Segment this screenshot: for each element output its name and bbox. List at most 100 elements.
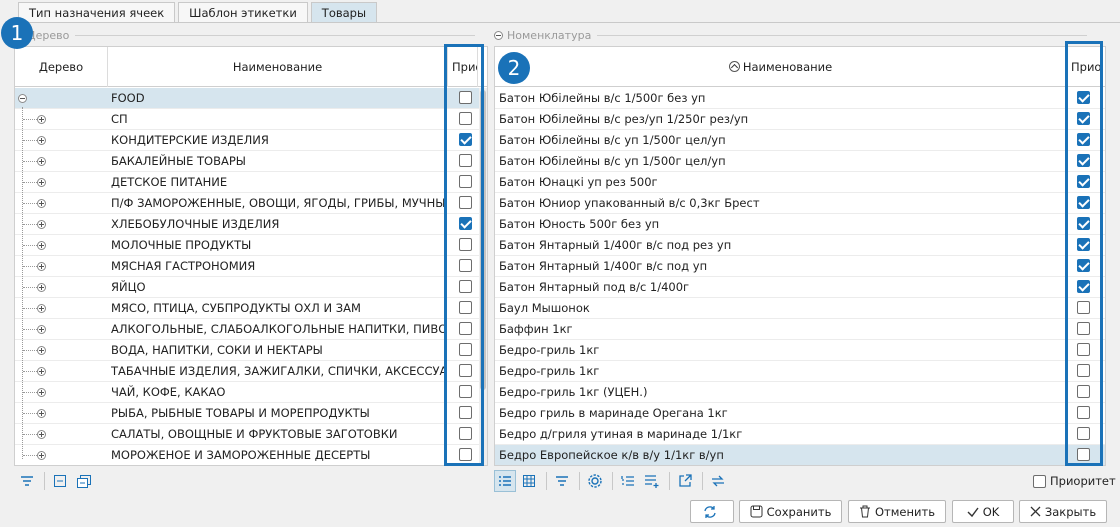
expand-icon[interactable]	[37, 325, 46, 334]
nomenclature-row[interactable]: Бедро Европейское к/в в/у 1/1кг в/уп	[495, 445, 1105, 465]
expand-icon[interactable]	[37, 451, 46, 460]
tree-connector	[23, 140, 37, 141]
expand-icon[interactable]	[37, 241, 46, 250]
collapse-icon[interactable]	[494, 31, 503, 40]
tree-row[interactable]: РЫБА, РЫБНЫЕ ТОВАРЫ И МОРЕПРОДУКТЫ	[15, 403, 487, 424]
filter-button[interactable]	[551, 470, 573, 492]
expand-icon[interactable]	[37, 409, 46, 418]
tree-row[interactable]: ДЕТСКОЕ ПИТАНИЕ	[15, 172, 487, 193]
expand-icon[interactable]	[37, 262, 46, 271]
tree-row[interactable]: ХЛЕБОБУЛОЧНЫЕ ИЗДЕЛИЯ	[15, 214, 487, 235]
tree-row[interactable]: ЯЙЦО	[15, 277, 487, 298]
tree-row[interactable]: МОРОЖЕНОЕ И ЗАМОРОЖЕННЫЕ ДЕСЕРТЫ	[15, 445, 487, 465]
save-icon	[750, 505, 763, 518]
nomenclature-row[interactable]: Баул Мышонок	[495, 298, 1105, 319]
nomenclature-row[interactable]: Батон Янтарный под в/с 1/400г	[495, 277, 1105, 298]
nomenclature-row[interactable]: Бедро-гриль 1кг (УЦЕН.)	[495, 382, 1105, 403]
nomenclature-row[interactable]: Бедро-гриль 1кг	[495, 340, 1105, 361]
nomenclature-row[interactable]: Батон Янтарный 1/400г в/с под уп	[495, 256, 1105, 277]
expand-icon[interactable]	[37, 157, 46, 166]
priority-filter-checkbox[interactable]	[1033, 474, 1046, 488]
nomenclature-row[interactable]: Батон Юбiлейны в/с рез/уп 1/250г рез/уп	[495, 109, 1105, 130]
settings-button[interactable]	[584, 470, 606, 492]
list-view-button[interactable]	[494, 470, 516, 492]
nomenclature-row[interactable]: Батон Юбiлейны в/с 1/500г без уп	[495, 88, 1105, 109]
nomenclature-row[interactable]: Батон Янтарный 1/400г в/с под рез уп	[495, 235, 1105, 256]
tree-row[interactable]: МЯСО, ПТИЦА, СУБПРОДУКТЫ ОХЛ И ЗАМ	[15, 298, 487, 319]
tree-row[interactable]: КОНДИТЕРСКИЕ ИЗДЕЛИЯ	[15, 130, 487, 151]
export-button[interactable]	[674, 470, 696, 492]
swap-button[interactable]	[707, 470, 729, 492]
tab-divider	[14, 22, 1120, 23]
tree-row-name: ТАБАЧНЫЕ ИЗДЕЛИЯ, ЗАЖИГАЛКИ, СПИЧКИ, АКС…	[111, 364, 447, 378]
column-header-name[interactable]: Наименование	[495, 47, 1067, 87]
nomenclature-row[interactable]: Бедро гриль в маринаде Орегана 1кг	[495, 403, 1105, 424]
refresh-button[interactable]	[690, 500, 734, 523]
expand-icon[interactable]	[37, 136, 46, 145]
tree-connector-line	[22, 107, 23, 459]
nomenclature-row[interactable]: Батон Юбiлейны в/с уп 1/500г цел/уп	[495, 151, 1105, 172]
nomenclature-row[interactable]: Батон Юбiлейны в/с уп 1/500г цел/уп	[495, 130, 1105, 151]
tree-connector	[23, 455, 37, 456]
expand-icon[interactable]	[37, 388, 46, 397]
expand-icon[interactable]	[37, 430, 46, 439]
nomenclature-row[interactable]: Баффин 1кг	[495, 319, 1105, 340]
cancel-button[interactable]: Отменить	[848, 500, 946, 523]
tree-row[interactable]: АЛКОГОЛЬНЫЕ, СЛАБОАЛКОГОЛЬНЫЕ НАПИТКИ, П…	[15, 319, 487, 340]
filter-button[interactable]	[16, 470, 38, 492]
grid-view-button[interactable]	[518, 470, 540, 492]
tab-label-template[interactable]: Шаблон этикетки	[178, 2, 308, 23]
expand-all-button[interactable]	[73, 470, 95, 492]
nomenclature-row[interactable]: Бедро-гриль 1кг	[495, 361, 1105, 382]
expand-icon[interactable]	[37, 367, 46, 376]
tree-row-name: ВОДА, НАПИТКИ, СОКИ И НЕКТАРЫ	[111, 343, 323, 357]
toolbar-separator	[669, 472, 670, 490]
tree-row-name: ЯЙЦО	[111, 280, 146, 294]
tree-row[interactable]: БАКАЛЕЙНЫЕ ТОВАРЫ	[15, 151, 487, 172]
close-button[interactable]: Закрыть	[1019, 500, 1107, 523]
trash-icon	[860, 505, 870, 518]
collapse-all-button[interactable]	[49, 470, 71, 492]
tree-row[interactable]: ТАБАЧНЫЕ ИЗДЕЛИЯ, ЗАЖИГАЛКИ, СПИЧКИ, АКС…	[15, 361, 487, 382]
tab-goods[interactable]: Товары	[310, 2, 378, 23]
expand-icon[interactable]	[37, 115, 46, 124]
expand-icon[interactable]	[37, 178, 46, 187]
expand-icon[interactable]	[37, 346, 46, 355]
column-header-name[interactable]: Наименование	[108, 47, 448, 87]
expand-icon[interactable]	[37, 220, 46, 229]
tree-row[interactable]: ВОДА, НАПИТКИ, СОКИ И НЕКТАРЫ	[15, 340, 487, 361]
tree-row[interactable]: FOOD	[15, 88, 487, 109]
tree-row[interactable]: САЛАТЫ, ОВОЩНЫЕ И ФРУКТОВЫЕ ЗАГОТОВКИ	[15, 424, 487, 445]
tree-row[interactable]: МЯСНАЯ ГАСТРОНОМИЯ	[15, 256, 487, 277]
cancel-button-label: Отменить	[875, 504, 935, 519]
add-list-button[interactable]	[641, 470, 663, 492]
tree-row[interactable]: ЧАЙ, КОФЕ, КАКАО	[15, 382, 487, 403]
nomenclature-row[interactable]: Батон Юнацкі уп рез 500г	[495, 172, 1105, 193]
collapse-icon[interactable]	[18, 94, 27, 103]
tree-connector	[23, 371, 37, 372]
expand-icon[interactable]	[37, 304, 46, 313]
expand-icon[interactable]	[37, 199, 46, 208]
nomenclature-row-name: Бедро-гриль 1кг (УЦЕН.)	[499, 385, 648, 399]
tree-row-name: ХЛЕБОБУЛОЧНЫЕ ИЗДЕЛИЯ	[111, 217, 280, 231]
left-group-title: Дерево	[27, 29, 70, 42]
ok-button[interactable]: OK	[952, 500, 1014, 523]
expand-icon[interactable]	[37, 283, 46, 292]
column-header-tree[interactable]: Дерево	[15, 47, 108, 87]
priority-filter[interactable]: Приоритет	[1033, 473, 1116, 489]
tab-cell-purpose-type[interactable]: Тип назначения ячеек	[18, 2, 176, 23]
tree-row[interactable]: П/Ф ЗАМОРОЖЕННЫЕ, ОВОЩИ, ЯГОДЫ, ГРИБЫ, М…	[15, 193, 487, 214]
tree-connector	[23, 161, 37, 162]
tree-connector	[23, 203, 37, 204]
toolbar-separator	[546, 472, 547, 490]
nomenclature-row-name: Батон Янтарный под в/с 1/400г	[499, 280, 690, 294]
numbered-list-button[interactable]	[617, 470, 639, 492]
save-button[interactable]: Сохранить	[739, 500, 842, 523]
nomenclature-row[interactable]: Батон Юность 500г без уп	[495, 214, 1105, 235]
gear-icon	[588, 474, 602, 488]
tree-row[interactable]: СП	[15, 109, 487, 130]
tree-row[interactable]: МОЛОЧНЫЕ ПРОДУКТЫ	[15, 235, 487, 256]
nomenclature-row[interactable]: Батон Юниор упакованный в/с 0,3кг Брест	[495, 193, 1105, 214]
right-group-title: Номенклатура	[507, 29, 592, 42]
nomenclature-row[interactable]: Бедро д/гриля утиная в маринаде 1/1кг	[495, 424, 1105, 445]
